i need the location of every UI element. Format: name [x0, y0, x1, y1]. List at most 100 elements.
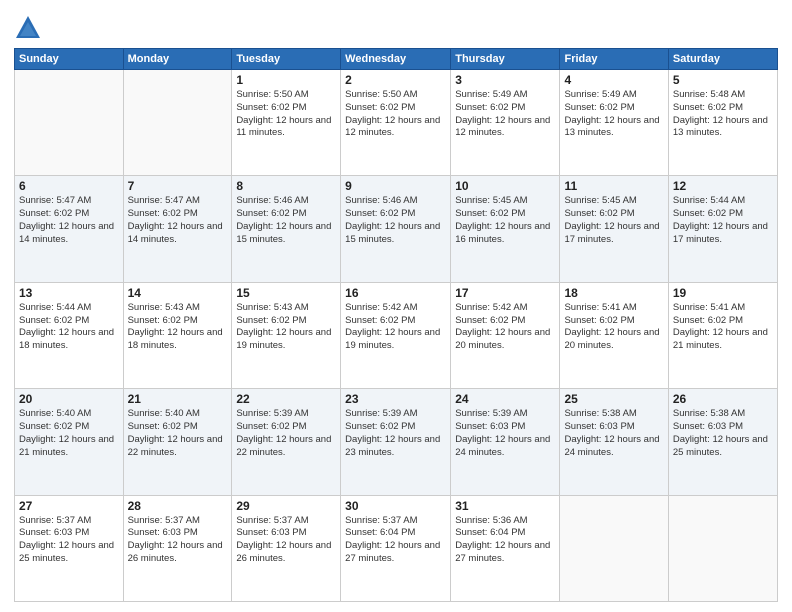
calendar-cell: 30 Sunrise: 5:37 AM Sunset: 6:04 PM Dayli…	[341, 495, 451, 601]
calendar-week-row: 13 Sunrise: 5:44 AM Sunset: 6:02 PM Dayli…	[15, 282, 778, 388]
cell-day-number: 2	[345, 73, 446, 87]
calendar-cell: 1 Sunrise: 5:50 AM Sunset: 6:02 PM Daylig…	[232, 70, 341, 176]
calendar-cell: 20 Sunrise: 5:40 AM Sunset: 6:02 PM Dayli…	[15, 389, 124, 495]
calendar-week-row: 1 Sunrise: 5:50 AM Sunset: 6:02 PM Daylig…	[15, 70, 778, 176]
cell-day-number: 12	[673, 179, 773, 193]
cell-daylight-info: Sunrise: 5:44 AM Sunset: 6:02 PM Dayligh…	[19, 302, 119, 353]
cell-daylight-info: Sunrise: 5:38 AM Sunset: 6:03 PM Dayligh…	[673, 408, 773, 459]
weekday-header: Wednesday	[341, 49, 451, 70]
cell-daylight-info: Sunrise: 5:41 AM Sunset: 6:02 PM Dayligh…	[673, 302, 773, 353]
cell-day-number: 19	[673, 286, 773, 300]
weekday-header: Monday	[123, 49, 232, 70]
cell-daylight-info: Sunrise: 5:38 AM Sunset: 6:03 PM Dayligh…	[564, 408, 663, 459]
cell-daylight-info: Sunrise: 5:40 AM Sunset: 6:02 PM Dayligh…	[128, 408, 228, 459]
cell-day-number: 21	[128, 392, 228, 406]
cell-daylight-info: Sunrise: 5:37 AM Sunset: 6:03 PM Dayligh…	[19, 515, 119, 566]
cell-daylight-info: Sunrise: 5:43 AM Sunset: 6:02 PM Dayligh…	[128, 302, 228, 353]
cell-day-number: 10	[455, 179, 555, 193]
calendar-cell: 25 Sunrise: 5:38 AM Sunset: 6:03 PM Dayli…	[560, 389, 668, 495]
cell-daylight-info: Sunrise: 5:39 AM Sunset: 6:02 PM Dayligh…	[345, 408, 446, 459]
weekday-header: Tuesday	[232, 49, 341, 70]
calendar-cell: 12 Sunrise: 5:44 AM Sunset: 6:02 PM Dayli…	[668, 176, 777, 282]
cell-daylight-info: Sunrise: 5:46 AM Sunset: 6:02 PM Dayligh…	[345, 195, 446, 246]
cell-day-number: 31	[455, 499, 555, 513]
cell-day-number: 23	[345, 392, 446, 406]
cell-day-number: 22	[236, 392, 336, 406]
cell-day-number: 4	[564, 73, 663, 87]
calendar-week-row: 27 Sunrise: 5:37 AM Sunset: 6:03 PM Dayli…	[15, 495, 778, 601]
cell-day-number: 17	[455, 286, 555, 300]
cell-daylight-info: Sunrise: 5:37 AM Sunset: 6:03 PM Dayligh…	[128, 515, 228, 566]
cell-day-number: 24	[455, 392, 555, 406]
cell-daylight-info: Sunrise: 5:45 AM Sunset: 6:02 PM Dayligh…	[564, 195, 663, 246]
calendar-cell: 18 Sunrise: 5:41 AM Sunset: 6:02 PM Dayli…	[560, 282, 668, 388]
calendar-cell: 2 Sunrise: 5:50 AM Sunset: 6:02 PM Daylig…	[341, 70, 451, 176]
calendar-cell: 16 Sunrise: 5:42 AM Sunset: 6:02 PM Dayli…	[341, 282, 451, 388]
cell-day-number: 13	[19, 286, 119, 300]
cell-day-number: 1	[236, 73, 336, 87]
cell-daylight-info: Sunrise: 5:47 AM Sunset: 6:02 PM Dayligh…	[19, 195, 119, 246]
cell-day-number: 14	[128, 286, 228, 300]
weekday-header: Saturday	[668, 49, 777, 70]
cell-daylight-info: Sunrise: 5:39 AM Sunset: 6:02 PM Dayligh…	[236, 408, 336, 459]
calendar-table: SundayMondayTuesdayWednesdayThursdayFrid…	[14, 48, 778, 602]
calendar-cell: 14 Sunrise: 5:43 AM Sunset: 6:02 PM Dayli…	[123, 282, 232, 388]
calendar-cell: 4 Sunrise: 5:49 AM Sunset: 6:02 PM Daylig…	[560, 70, 668, 176]
calendar-cell: 17 Sunrise: 5:42 AM Sunset: 6:02 PM Dayli…	[451, 282, 560, 388]
cell-day-number: 9	[345, 179, 446, 193]
calendar-cell: 28 Sunrise: 5:37 AM Sunset: 6:03 PM Dayli…	[123, 495, 232, 601]
cell-day-number: 16	[345, 286, 446, 300]
calendar-cell: 27 Sunrise: 5:37 AM Sunset: 6:03 PM Dayli…	[15, 495, 124, 601]
cell-day-number: 8	[236, 179, 336, 193]
calendar-cell: 21 Sunrise: 5:40 AM Sunset: 6:02 PM Dayli…	[123, 389, 232, 495]
cell-day-number: 29	[236, 499, 336, 513]
cell-daylight-info: Sunrise: 5:37 AM Sunset: 6:03 PM Dayligh…	[236, 515, 336, 566]
cell-day-number: 7	[128, 179, 228, 193]
cell-daylight-info: Sunrise: 5:44 AM Sunset: 6:02 PM Dayligh…	[673, 195, 773, 246]
calendar-cell: 31 Sunrise: 5:36 AM Sunset: 6:04 PM Dayli…	[451, 495, 560, 601]
cell-day-number: 30	[345, 499, 446, 513]
page: SundayMondayTuesdayWednesdayThursdayFrid…	[0, 0, 792, 612]
calendar-cell	[668, 495, 777, 601]
calendar-cell: 7 Sunrise: 5:47 AM Sunset: 6:02 PM Daylig…	[123, 176, 232, 282]
cell-daylight-info: Sunrise: 5:49 AM Sunset: 6:02 PM Dayligh…	[564, 89, 663, 140]
cell-daylight-info: Sunrise: 5:50 AM Sunset: 6:02 PM Dayligh…	[345, 89, 446, 140]
cell-day-number: 28	[128, 499, 228, 513]
cell-day-number: 27	[19, 499, 119, 513]
cell-daylight-info: Sunrise: 5:46 AM Sunset: 6:02 PM Dayligh…	[236, 195, 336, 246]
cell-day-number: 11	[564, 179, 663, 193]
cell-day-number: 6	[19, 179, 119, 193]
cell-daylight-info: Sunrise: 5:43 AM Sunset: 6:02 PM Dayligh…	[236, 302, 336, 353]
logo-icon	[14, 14, 42, 42]
weekday-header: Friday	[560, 49, 668, 70]
cell-daylight-info: Sunrise: 5:41 AM Sunset: 6:02 PM Dayligh…	[564, 302, 663, 353]
calendar-cell: 26Sunrise: 5:38 AM Sunset: 6:03 PM Dayli…	[668, 389, 777, 495]
calendar-cell: 29 Sunrise: 5:37 AM Sunset: 6:03 PM Dayli…	[232, 495, 341, 601]
cell-day-number: 18	[564, 286, 663, 300]
weekday-header: Sunday	[15, 49, 124, 70]
calendar-cell	[560, 495, 668, 601]
cell-daylight-info: Sunrise: 5:40 AM Sunset: 6:02 PM Dayligh…	[19, 408, 119, 459]
cell-daylight-info: Sunrise: 5:50 AM Sunset: 6:02 PM Dayligh…	[236, 89, 336, 140]
cell-day-number: 20	[19, 392, 119, 406]
cell-daylight-info: Sunrise: 5:42 AM Sunset: 6:02 PM Dayligh…	[455, 302, 555, 353]
cell-day-number: 15	[236, 286, 336, 300]
calendar-cell: 22 Sunrise: 5:39 AM Sunset: 6:02 PM Dayli…	[232, 389, 341, 495]
cell-day-number: 3	[455, 73, 555, 87]
calendar-cell: 6 Sunrise: 5:47 AM Sunset: 6:02 PM Daylig…	[15, 176, 124, 282]
cell-day-number: 25	[564, 392, 663, 406]
calendar-cell: 13 Sunrise: 5:44 AM Sunset: 6:02 PM Dayli…	[15, 282, 124, 388]
calendar-cell: 8 Sunrise: 5:46 AM Sunset: 6:02 PM Daylig…	[232, 176, 341, 282]
calendar-cell	[15, 70, 124, 176]
calendar-header-row: SundayMondayTuesdayWednesdayThursdayFrid…	[15, 49, 778, 70]
calendar-cell: 23 Sunrise: 5:39 AM Sunset: 6:02 PM Dayli…	[341, 389, 451, 495]
cell-daylight-info: Sunrise: 5:47 AM Sunset: 6:02 PM Dayligh…	[128, 195, 228, 246]
cell-daylight-info: Sunrise: 5:45 AM Sunset: 6:02 PM Dayligh…	[455, 195, 555, 246]
calendar-cell: 19 Sunrise: 5:41 AM Sunset: 6:02 PM Dayli…	[668, 282, 777, 388]
cell-daylight-info: Sunrise: 5:48 AM Sunset: 6:02 PM Dayligh…	[673, 89, 773, 140]
calendar-cell: 3Sunrise: 5:49 AM Sunset: 6:02 PM Daylig…	[451, 70, 560, 176]
cell-daylight-info: Sunrise: 5:37 AM Sunset: 6:04 PM Dayligh…	[345, 515, 446, 566]
cell-daylight-info: Sunrise: 5:36 AM Sunset: 6:04 PM Dayligh…	[455, 515, 555, 566]
calendar-week-row: 20 Sunrise: 5:40 AM Sunset: 6:02 PM Dayli…	[15, 389, 778, 495]
cell-daylight-info: Sunrise: 5:42 AM Sunset: 6:02 PM Dayligh…	[345, 302, 446, 353]
